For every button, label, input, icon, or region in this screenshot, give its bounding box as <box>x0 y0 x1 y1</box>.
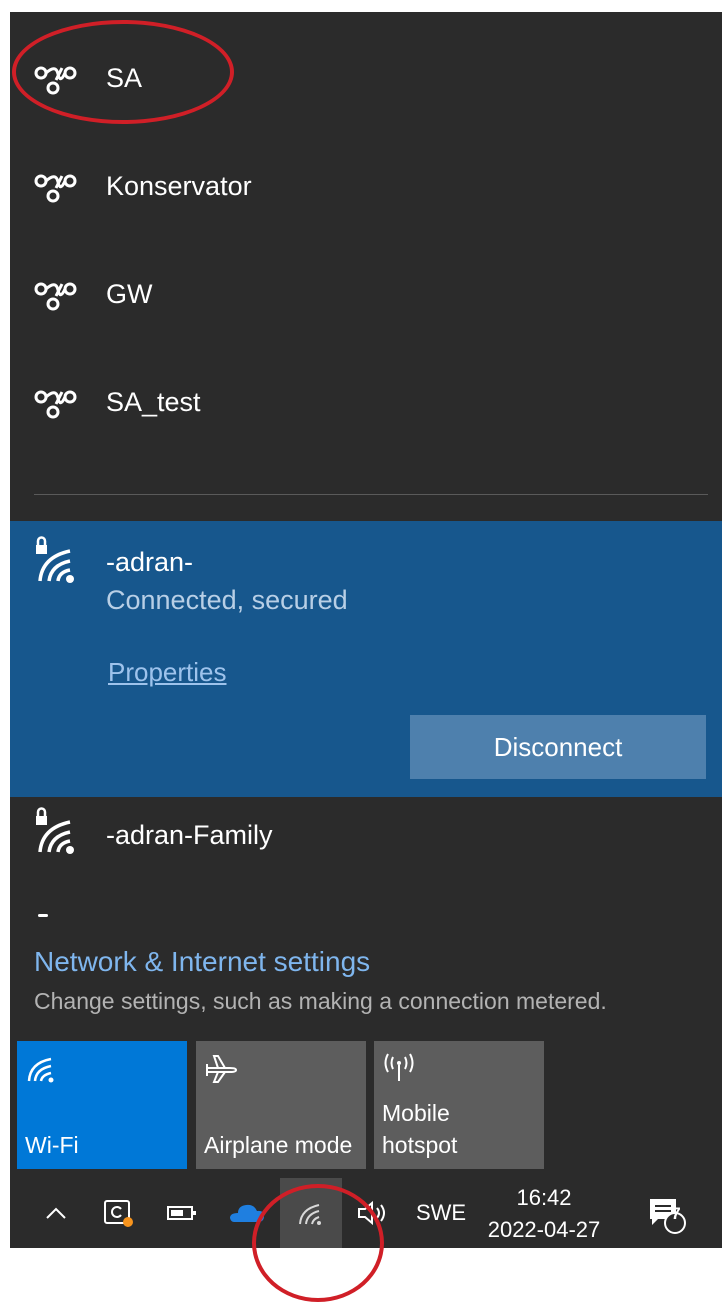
network-name: -adran-Family <box>106 820 273 850</box>
network-name: SA_test <box>106 386 201 417</box>
network-settings-link[interactable]: Network & Internet settings <box>34 946 370 978</box>
language-indicator[interactable]: SWE <box>408 1178 474 1248</box>
windows-security-icon[interactable] <box>98 1178 140 1248</box>
action-center-icon[interactable]: 7 <box>638 1178 694 1248</box>
network-item-sa-test[interactable]: SA_test <box>10 354 722 450</box>
hotspot-icon <box>382 1051 416 1085</box>
mesh-network-icon <box>32 274 82 314</box>
speaker-icon[interactable] <box>354 1178 394 1248</box>
divider <box>34 494 708 495</box>
airplane-mode-tile[interactable]: Airplane mode <box>196 1041 366 1169</box>
battery-icon[interactable] <box>162 1178 202 1248</box>
properties-link[interactable]: Properties <box>108 657 227 688</box>
mobile-hotspot-tile[interactable]: Mobile hotspot <box>374 1041 544 1169</box>
network-item-adran-family[interactable]: -adran-Family <box>10 794 722 882</box>
tile-label: Airplane mode <box>204 1132 353 1158</box>
mesh-network-icon <box>32 58 82 98</box>
network-flyout: SA Konservator GW SA_test -adran- Connec… <box>10 12 722 1178</box>
clock-time: 16:42 <box>516 1185 572 1210</box>
network-name: GW <box>106 278 153 309</box>
wifi-toggle-tile[interactable]: Wi-Fi <box>17 1041 187 1169</box>
onedrive-icon[interactable] <box>224 1178 268 1248</box>
tile-label-line2: hotspot <box>382 1132 458 1158</box>
disconnect-button[interactable]: Disconnect <box>410 715 706 779</box>
secured-wifi-icon <box>32 535 90 587</box>
network-item-sa[interactable]: SA <box>10 30 722 126</box>
connected-network-item[interactable]: -adran- Connected, secured Properties Di… <box>10 521 722 797</box>
wifi-tray-icon[interactable] <box>280 1178 342 1248</box>
secured-wifi-icon <box>32 806 90 858</box>
connection-status: Connected, secured <box>106 585 348 615</box>
clock[interactable]: 16:42 2022-04-27 <box>484 1182 604 1246</box>
tile-label-line1: Mobile <box>382 1100 450 1126</box>
mesh-network-icon <box>32 166 82 206</box>
wifi-icon <box>25 1051 59 1085</box>
network-settings-description: Change settings, such as making a connec… <box>34 988 607 1014</box>
clock-date: 2022-04-27 <box>487 1217 601 1242</box>
partially-visible-network-icon <box>38 914 48 917</box>
network-name: Konservator <box>106 170 252 201</box>
connected-network-name: -adran- <box>106 547 194 577</box>
airplane-icon <box>204 1051 238 1085</box>
mesh-network-icon <box>32 382 82 422</box>
chevron-up-icon[interactable] <box>38 1178 74 1248</box>
network-item-gw[interactable]: GW <box>10 246 722 342</box>
tile-label: Wi-Fi <box>25 1132 79 1158</box>
taskbar: SWE 16:42 2022-04-27 7 <box>10 1178 722 1248</box>
network-item-konservator[interactable]: Konservator <box>10 138 722 234</box>
notification-count: 7 <box>671 1204 681 1223</box>
network-name: SA <box>106 62 143 93</box>
